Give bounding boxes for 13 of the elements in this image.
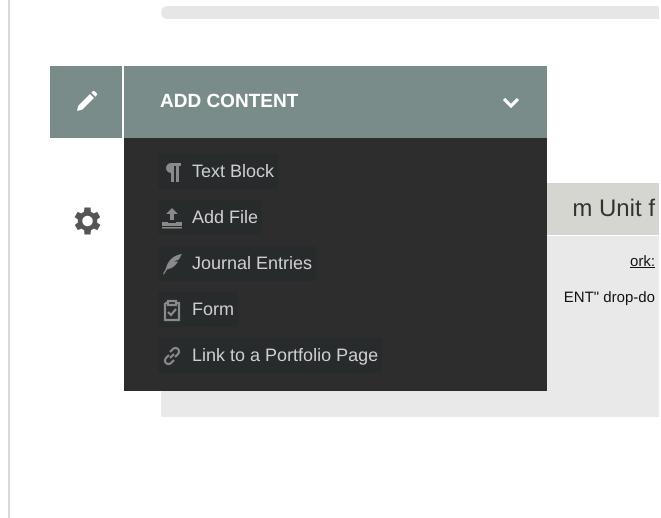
menu-item[interactable]: Text Block	[158, 154, 278, 189]
menu-item[interactable]: Journal Entries	[158, 246, 316, 281]
section-heading: m Unit f	[572, 194, 655, 224]
menu-item[interactable]: Form	[158, 292, 238, 327]
menu-item[interactable]: Add File	[158, 200, 262, 235]
feather-icon	[160, 252, 184, 276]
instruction-text: ENT" drop-do	[564, 288, 655, 308]
edit-button[interactable]	[50, 66, 122, 138]
menu-item[interactable]: Link to a Portfolio Page	[158, 338, 382, 373]
pencil-icon	[74, 90, 98, 114]
instruction-text: ork:	[630, 252, 655, 272]
add-content-dropdown[interactable]: ADD CONTENT	[124, 66, 547, 138]
upload-icon	[160, 206, 184, 230]
